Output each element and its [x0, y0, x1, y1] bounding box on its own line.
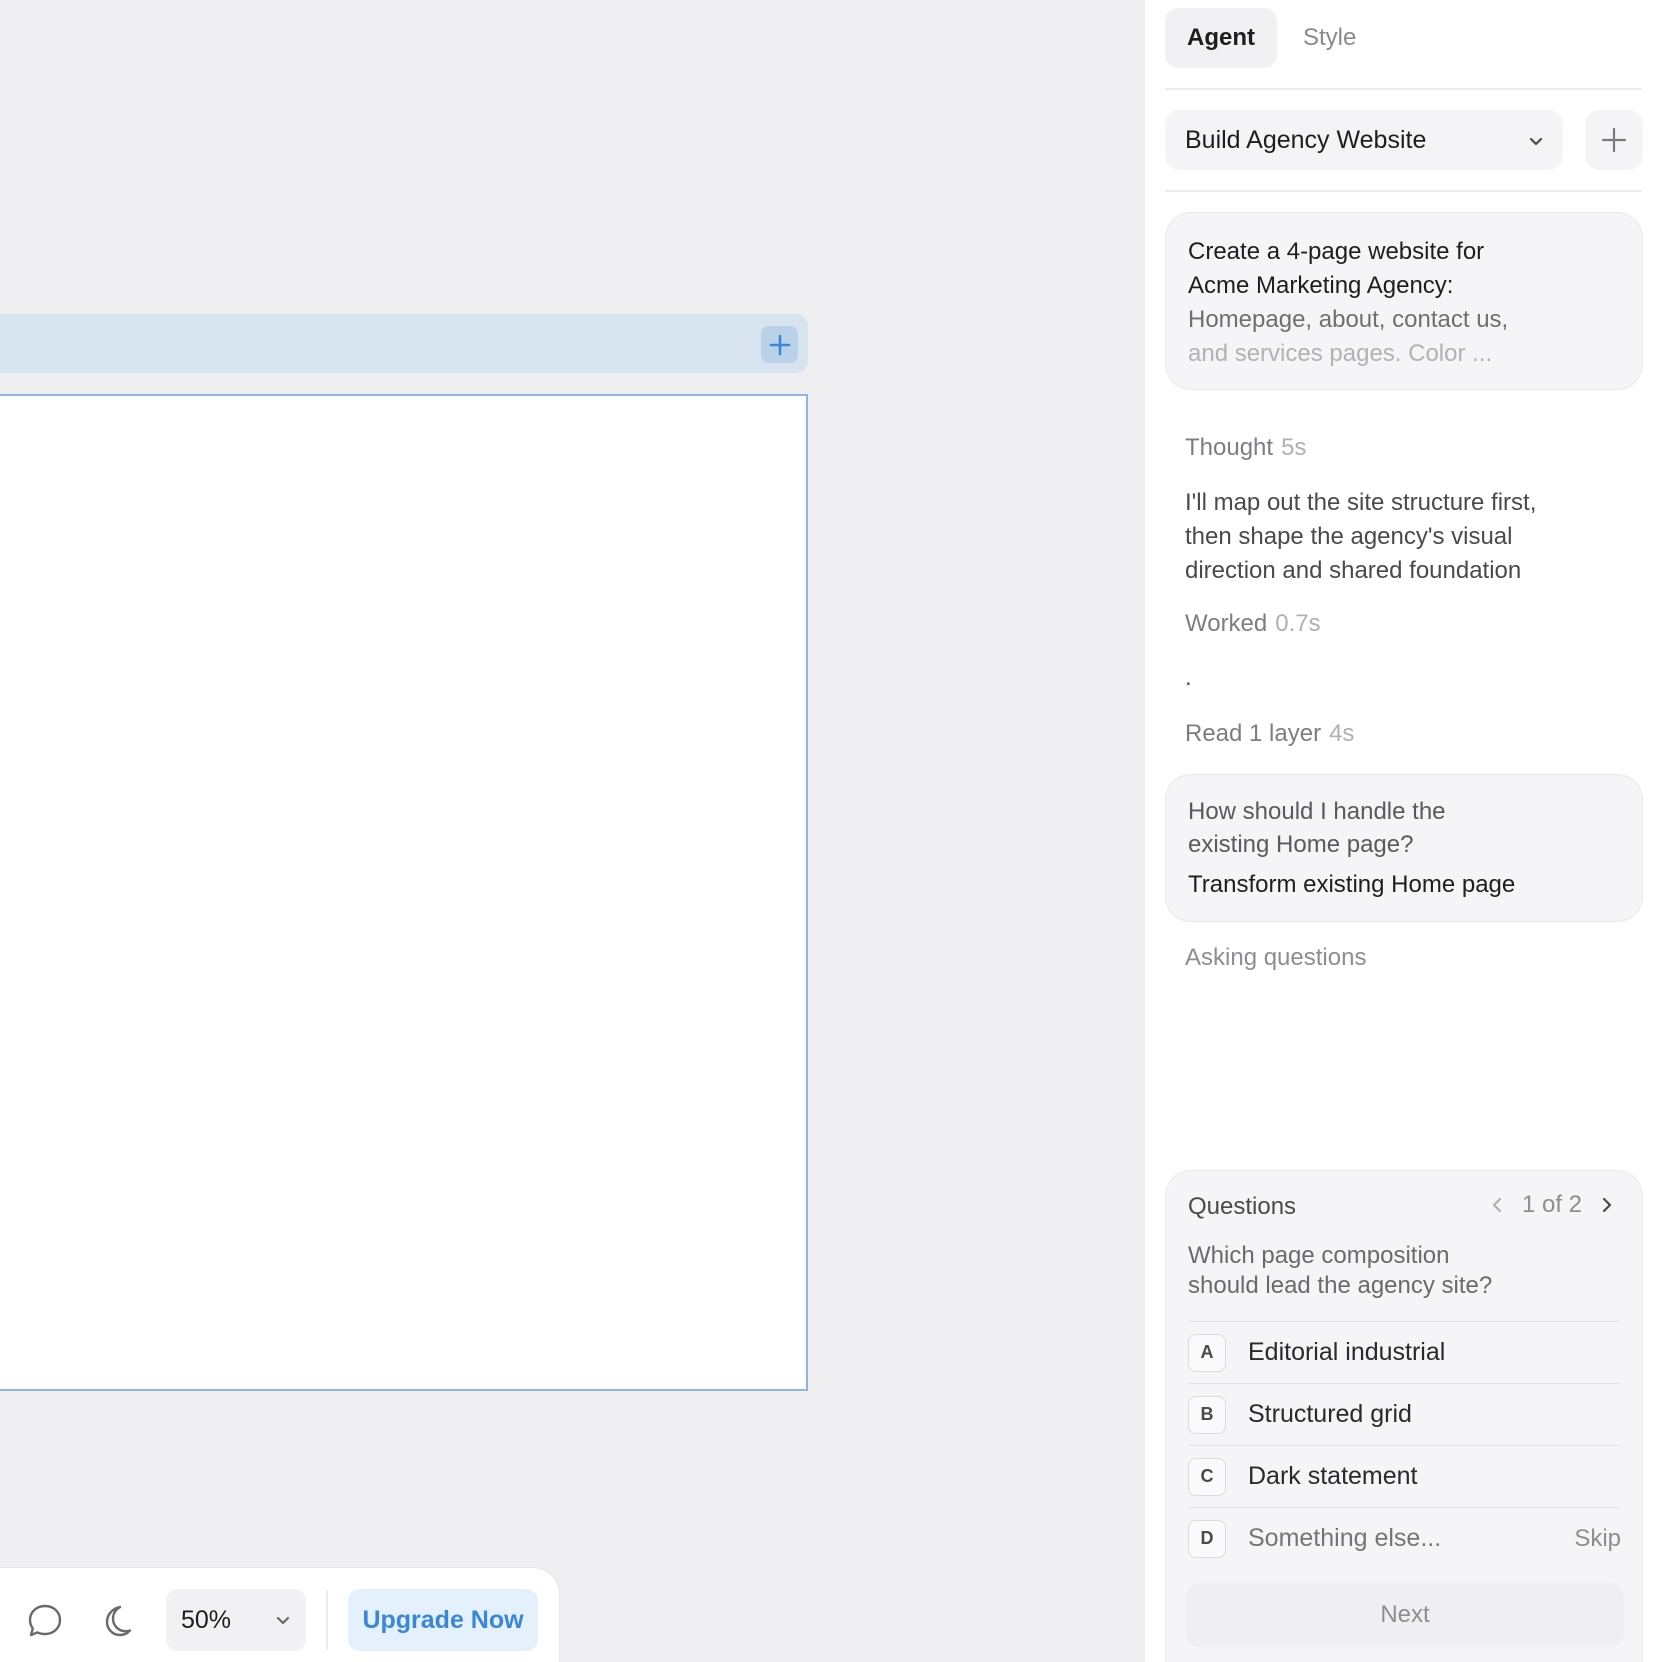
- chevron-down-icon: [1529, 137, 1543, 146]
- option-key: C: [1188, 1457, 1226, 1496]
- moon-icon: [105, 1605, 132, 1637]
- next-button[interactable]: Next: [1186, 1583, 1624, 1647]
- answered-question: How should I handle the existing Home pa…: [1188, 798, 1446, 858]
- option-key: D: [1188, 1519, 1226, 1558]
- option-label: Dark statement: [1248, 1462, 1418, 1490]
- questions-pager: 1 of 2: [1484, 1191, 1620, 1219]
- thought-label: Thought: [1185, 434, 1274, 461]
- answered-question-card[interactable]: How should I handle the existing Home pa…: [1165, 774, 1643, 922]
- tab-style[interactable]: Style: [1281, 8, 1378, 68]
- option-d[interactable]: D Skip: [1188, 1507, 1621, 1569]
- page-frame[interactable]: [0, 394, 808, 1391]
- plus-icon: [769, 334, 790, 355]
- zoom-value: 50%: [181, 1605, 232, 1634]
- prompt-line-1: Create a 4-page website for Acme Marketi…: [1188, 238, 1485, 299]
- project-select-value: Build Agency Website: [1185, 125, 1427, 154]
- bottom-toolbar: 50% Upgrade Now: [0, 1568, 559, 1662]
- comment-bubble-icon: [28, 1604, 62, 1637]
- option-key: A: [1188, 1333, 1226, 1372]
- read-label: Read 1 layer: [1185, 720, 1322, 747]
- chevron-left-icon: [1492, 1197, 1502, 1213]
- thought-status[interactable]: Thought 5s: [1185, 434, 1306, 462]
- agent-panel: Agent Style Build Agency Website Create …: [1145, 0, 1664, 1662]
- user-prompt-card[interactable]: Create a 4-page website for Acme Marketi…: [1165, 212, 1643, 390]
- option-label: Editorial industrial: [1248, 1338, 1446, 1366]
- chevron-down-icon: [276, 1616, 290, 1625]
- design-canvas[interactable]: 50% Upgrade Now: [0, 0, 1145, 1662]
- answered-answer: Transform existing Home page: [1188, 871, 1516, 898]
- thought-text: I'll map out the site structure first, t…: [1185, 489, 1537, 584]
- asking-status: Asking questions: [1185, 944, 1367, 971]
- prompt-line-2: Homepage, about, contact us,: [1188, 306, 1509, 333]
- header-divider: [1165, 190, 1642, 192]
- skip-button[interactable]: Skip: [1574, 1525, 1621, 1553]
- questions-page-indicator: 1 of 2: [1521, 1191, 1582, 1218]
- read-status[interactable]: Read 1 layer 4s: [1185, 720, 1354, 748]
- theme-toggle-button[interactable]: [92, 1598, 138, 1644]
- zoom-select[interactable]: 50%: [166, 1589, 306, 1651]
- upgrade-button[interactable]: Upgrade Now: [348, 1589, 538, 1651]
- option-c[interactable]: C Dark statement: [1188, 1445, 1621, 1507]
- read-time: 4s: [1329, 720, 1355, 747]
- panel-tabs: Agent Style: [1165, 8, 1378, 68]
- questions-title: Questions: [1188, 1193, 1297, 1220]
- thought-time: 5s: [1281, 434, 1307, 461]
- tabs-divider: [1165, 88, 1642, 90]
- option-a[interactable]: A Editorial industrial: [1188, 1321, 1621, 1383]
- tab-agent[interactable]: Agent: [1165, 8, 1277, 68]
- comment-button[interactable]: [22, 1598, 68, 1644]
- frame-header-bar[interactable]: [0, 314, 808, 373]
- plus-icon: [1601, 127, 1627, 153]
- frame-add-button[interactable]: [761, 326, 798, 363]
- next-question-arrow-button[interactable]: [1592, 1191, 1620, 1219]
- option-b[interactable]: B Structured grid: [1188, 1383, 1621, 1445]
- previous-question-button[interactable]: [1484, 1191, 1512, 1219]
- questions-box: Questions 1 of 2 Which page composition …: [1165, 1170, 1643, 1662]
- worked-label: Worked: [1185, 610, 1268, 637]
- option-key: B: [1188, 1395, 1226, 1434]
- prompt-line-3: and services pages. Color ...: [1188, 340, 1493, 367]
- worked-time: 0.7s: [1275, 610, 1321, 637]
- toolbar-divider: [326, 1590, 328, 1650]
- custom-answer-input[interactable]: [1248, 1524, 1548, 1553]
- worked-status[interactable]: Worked 0.7s: [1185, 610, 1321, 638]
- progress-dot: .: [1185, 664, 1192, 691]
- current-question: Which page composition should lead the a…: [1188, 1242, 1493, 1299]
- option-label: Structured grid: [1248, 1400, 1412, 1428]
- chevron-right-icon: [1602, 1197, 1612, 1213]
- project-select[interactable]: Build Agency Website: [1165, 110, 1563, 170]
- new-project-button[interactable]: [1585, 110, 1643, 170]
